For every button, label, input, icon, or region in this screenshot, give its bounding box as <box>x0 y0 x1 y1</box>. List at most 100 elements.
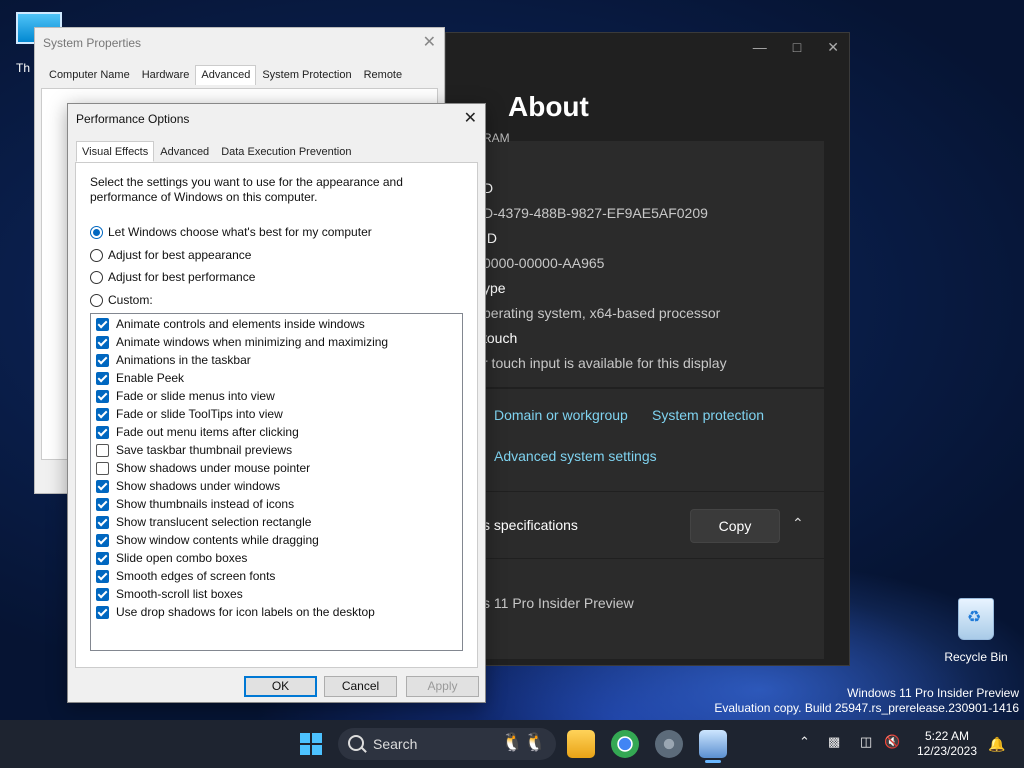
start-button[interactable] <box>300 733 322 755</box>
volume-muted-icon[interactable]: 🔇 <box>884 734 900 750</box>
checkbox-indicator <box>96 335 109 349</box>
spec-key-system-type: ype <box>483 280 506 296</box>
checkbox-indicator <box>96 389 109 403</box>
effect-checkbox-row[interactable]: Show shadows under mouse pointer <box>96 461 310 475</box>
tab-advanced[interactable]: Advanced <box>195 65 257 85</box>
radio-custom[interactable]: Custom: <box>90 293 153 307</box>
effect-checkbox-row[interactable]: Smooth edges of screen fonts <box>96 569 275 583</box>
radio-indicator <box>90 270 103 284</box>
effect-checkbox-row[interactable]: Fade or slide menus into view <box>96 389 275 403</box>
radio-best-performance[interactable]: Adjust for best performance <box>90 270 255 284</box>
tab-advanced[interactable]: Advanced <box>154 141 215 162</box>
copy-button[interactable]: Copy <box>690 509 780 543</box>
related-links-panel <box>476 389 824 491</box>
about-window: — □ ✕ ▸ About RAM D D-4379-488B-9827-EF9… <box>445 32 850 666</box>
checkbox-indicator <box>96 569 109 583</box>
windows-logo-icon <box>300 733 310 743</box>
page-title: About <box>508 91 589 122</box>
cancel-button[interactable]: Cancel <box>324 676 397 697</box>
checkbox-indicator <box>96 317 109 331</box>
checkbox-label: Show window contents while dragging <box>116 533 319 547</box>
checkbox-indicator <box>96 551 109 565</box>
evaluation-watermark: Windows 11 Pro Insider Preview Evaluatio… <box>714 686 1019 716</box>
checkbox-indicator <box>96 461 109 475</box>
chrome-icon[interactable] <box>611 730 639 758</box>
tab-data-execution-prevention[interactable]: Data Execution Prevention <box>215 141 357 162</box>
tab-visual-effects[interactable]: Visual Effects <box>76 141 155 162</box>
tab-system-protection[interactable]: System Protection <box>256 65 357 85</box>
visual-effects-list[interactable]: Animate controls and elements inside win… <box>90 313 463 651</box>
effect-checkbox-row[interactable]: Animations in the taskbar <box>96 353 251 367</box>
spec-value-product-id: 0000-00000-AA965 <box>483 255 605 271</box>
effect-checkbox-row[interactable]: Show shadows under windows <box>96 479 280 493</box>
effect-checkbox-row[interactable]: Smooth-scroll list boxes <box>96 587 243 601</box>
notification-bell-icon[interactable]: 🔔 <box>988 736 1005 753</box>
effect-checkbox-row[interactable]: Show window contents while dragging <box>96 533 319 547</box>
checkbox-indicator <box>96 515 109 529</box>
checkbox-label: Show shadows under windows <box>116 479 281 493</box>
effect-checkbox-row[interactable]: Show thumbnails instead of icons <box>96 497 294 511</box>
clock[interactable]: 5:22 AM 12/23/2023 <box>910 729 984 759</box>
spec-value-system-type: perating system, x64-based processor <box>483 305 721 321</box>
window-caption-buttons: — □ ✕ <box>753 39 839 56</box>
tab-remote[interactable]: Remote <box>358 65 409 85</box>
chevron-up-icon[interactable]: ⌃ <box>792 515 804 532</box>
checkbox-indicator <box>96 371 109 385</box>
apply-button[interactable]: Apply <box>406 676 479 697</box>
checkbox-indicator <box>96 443 109 457</box>
radio-label: Let Windows choose what's best for my co… <box>108 225 372 239</box>
ok-button[interactable]: OK <box>244 676 317 697</box>
minimize-icon[interactable]: — <box>753 39 767 56</box>
radio-best-appearance[interactable]: Adjust for best appearance <box>90 248 251 262</box>
effect-checkbox-row[interactable]: Animate windows when minimizing and maxi… <box>96 335 388 349</box>
display-icon[interactable]: ◫ <box>860 734 872 750</box>
search-icon <box>348 735 364 751</box>
checkbox-indicator <box>96 353 109 367</box>
visual-effects-pane: Select the settings you want to use for … <box>75 162 478 668</box>
perf-tabs: Visual Effects Advanced Data Execution P… <box>76 141 357 162</box>
edition-value: s 11 Pro Insider Preview <box>483 595 634 611</box>
spec-value-device-id: D-4379-488B-9827-EF9AE5AF0209 <box>483 205 708 221</box>
advanced-system-settings-link[interactable]: Advanced system settings <box>494 448 657 464</box>
effect-checkbox-row[interactable]: Enable Peek <box>96 371 184 385</box>
domain-workgroup-link[interactable]: Domain or workgroup <box>494 407 628 423</box>
effect-checkbox-row[interactable]: Show translucent selection rectangle <box>96 515 311 529</box>
search-highlight-icon: 🐧🐧 <box>501 732 546 752</box>
radio-indicator <box>90 248 103 262</box>
watermark-line: Evaluation copy. Build 25947.rs_prerelea… <box>714 701 1019 715</box>
file-explorer-icon[interactable] <box>567 730 595 758</box>
checkbox-indicator <box>96 479 109 493</box>
checkbox-label: Save taskbar thumbnail previews <box>116 443 293 457</box>
system-properties-taskbar-icon[interactable] <box>699 730 727 758</box>
effect-checkbox-row[interactable]: Save taskbar thumbnail previews <box>96 443 292 457</box>
spec-key-pen-touch: touch <box>483 330 518 346</box>
close-icon[interactable]: ✕ <box>423 32 436 52</box>
windows-specs-title: s specifications <box>483 517 578 533</box>
effect-checkbox-row[interactable]: Use drop shadows for icon labels on the … <box>96 605 375 619</box>
effect-checkbox-row[interactable]: Animate controls and elements inside win… <box>96 317 365 331</box>
tab-computer-name[interactable]: Computer Name <box>43 65 136 85</box>
radio-let-windows-choose[interactable]: Let Windows choose what's best for my co… <box>90 225 372 239</box>
system-protection-link[interactable]: System protection <box>652 407 764 423</box>
chevron-up-icon[interactable]: ⌃ <box>799 734 810 750</box>
desktop-icon-recycle-bin[interactable]: ♻ Recycle Bin <box>940 598 1012 664</box>
checkbox-label: Animate windows when minimizing and maxi… <box>116 335 389 349</box>
checkbox-label: Fade out menu items after clicking <box>116 425 299 439</box>
radio-label: Adjust for best appearance <box>108 248 252 262</box>
checkbox-label: Show thumbnails instead of icons <box>116 497 295 511</box>
effect-checkbox-row[interactable]: Slide open combo boxes <box>96 551 247 565</box>
checkbox-label: Fade or slide ToolTips into view <box>116 407 283 421</box>
network-icon[interactable]: ▩ <box>828 734 840 750</box>
checkbox-label: Slide open combo boxes <box>116 551 248 565</box>
radio-label: Adjust for best performance <box>108 270 256 284</box>
checkbox-label: Use drop shadows for icon labels on the … <box>116 605 375 619</box>
effect-checkbox-row[interactable]: Fade out menu items after clicking <box>96 425 299 439</box>
close-icon[interactable]: ✕ <box>827 39 839 56</box>
close-icon[interactable]: ✕ <box>464 108 477 128</box>
checkbox-indicator <box>96 533 109 547</box>
tab-hardware[interactable]: Hardware <box>136 65 196 85</box>
taskbar-search[interactable]: Search 🐧🐧 <box>338 728 556 760</box>
effect-checkbox-row[interactable]: Fade or slide ToolTips into view <box>96 407 283 421</box>
maximize-icon[interactable]: □ <box>793 39 801 56</box>
settings-icon[interactable] <box>655 730 683 758</box>
